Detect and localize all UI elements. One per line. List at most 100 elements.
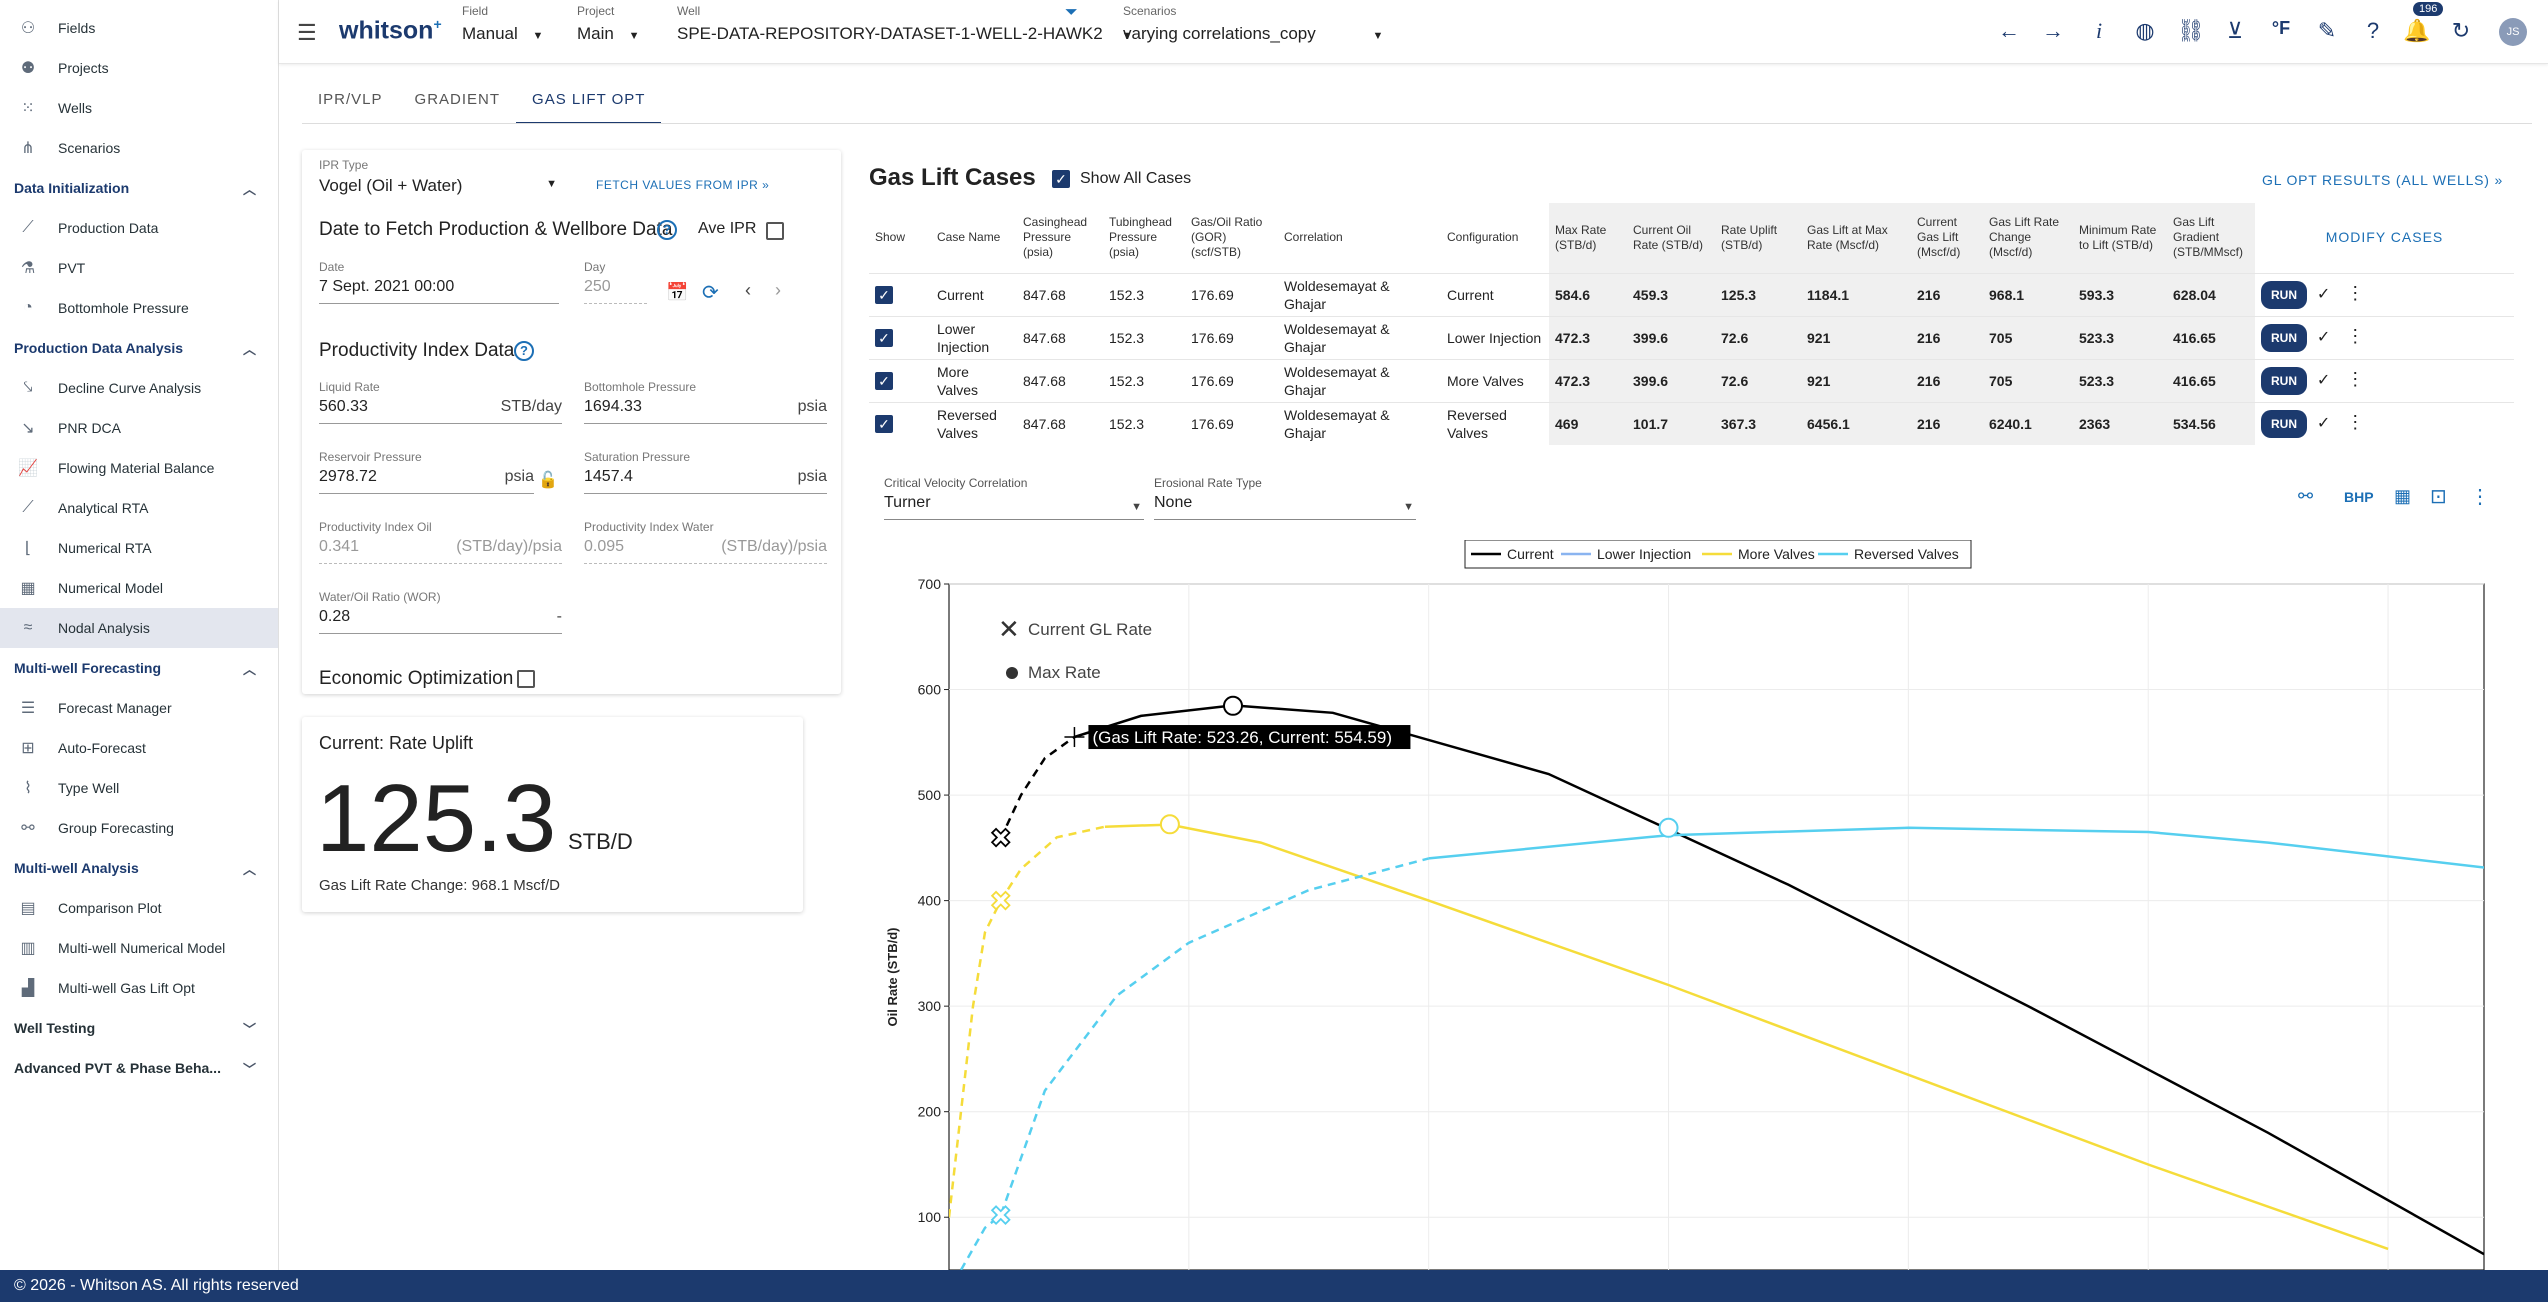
modify-cases-button[interactable]: MODIFY CASES	[2255, 203, 2514, 273]
sidebar-item-projects[interactable]: ⚉ Projects	[0, 48, 278, 88]
gl-opt-results-link[interactable]: GL OPT RESULTS (ALL WELLS) »	[2262, 172, 2503, 188]
download-icon[interactable]: ⊻	[2221, 18, 2249, 44]
sidebar-item-numerical-rta[interactable]: ⌊ Numerical RTA	[0, 528, 278, 568]
sidebar-item-comparison-plot[interactable]: ▤ Comparison Plot	[0, 888, 278, 928]
sidebar-item-pnr-dca[interactable]: ↘ PNR DCA	[0, 408, 278, 448]
section-production-data-analysis[interactable]: Production Data Analysis ︿	[0, 328, 278, 368]
section-data-initialization[interactable]: Data Initialization ︿	[0, 168, 278, 208]
run-button[interactable]: RUN	[2261, 280, 2307, 309]
erosional-rate-select[interactable]: Erosional Rate Type None ▼	[1154, 476, 1416, 520]
show-checkbox-cell[interactable]: ✓	[869, 272, 931, 316]
sidebar-item-numerical-model[interactable]: ▦ Numerical Model	[0, 568, 278, 608]
more-options-icon[interactable]: ⋮	[2346, 283, 2364, 303]
help-icon[interactable]: ?	[2359, 18, 2387, 44]
help-icon[interactable]: ?	[514, 341, 534, 361]
filter-icon[interactable]: ⏷	[1065, 4, 1078, 22]
sidebar-item-scenarios[interactable]: ⋔ Scenarios	[0, 128, 278, 168]
scenario-selector[interactable]: Scenarios varying correlations_copy ▼	[1123, 4, 1383, 44]
sidebar-item-nodal-analysis[interactable]: ≈ Nodal Analysis	[0, 608, 278, 648]
info-icon[interactable]: i	[2085, 18, 2113, 44]
ave-ipr-checkbox[interactable]	[766, 222, 784, 240]
sidebar-item-wells[interactable]: ⁙ Wells	[0, 88, 278, 128]
chevron-left-icon[interactable]: ‹	[745, 280, 751, 301]
sidebar-item-fields[interactable]: ⚇ Fields	[0, 8, 278, 48]
more-options-icon[interactable]: ⋮	[2346, 412, 2364, 432]
sidebar-item-type-well[interactable]: ⌇ Type Well	[0, 768, 278, 808]
run-button[interactable]: RUN	[2261, 366, 2307, 395]
sidebar-item-group-forecasting[interactable]: ⚯ Group Forecasting	[0, 808, 278, 848]
feedback-icon[interactable]: ✎	[2313, 18, 2341, 44]
chevron-right-icon[interactable]: ›	[775, 280, 781, 301]
more-options-icon[interactable]: ⋮	[2346, 326, 2364, 346]
help-icon[interactable]: ?	[657, 220, 677, 240]
fetch-values-button[interactable]: FETCH VALUES FROM IPR »	[596, 178, 769, 192]
sync-icon[interactable]: ⟳	[702, 280, 719, 305]
section-multi-well-forecasting[interactable]: Multi-well Forecasting ︿	[0, 648, 278, 688]
calendar-search-icon[interactable]: 📅	[666, 282, 688, 303]
date-input[interactable]: Date 7 Sept. 2021 00:00	[319, 260, 559, 304]
show-checkbox-cell[interactable]: ✓	[869, 358, 931, 402]
sidebar-item-multi-well-numerical-model[interactable]: ▥ Multi-well Numerical Model	[0, 928, 278, 968]
more-options-icon[interactable]: ⋮	[2346, 369, 2364, 389]
check-icon[interactable]: ✓	[2317, 286, 2330, 303]
units-icon[interactable]: °F	[2267, 18, 2295, 39]
menu-icon[interactable]: ☰	[297, 20, 317, 46]
sidebar-item-flowing-material-balance[interactable]: 📈 Flowing Material Balance	[0, 448, 278, 488]
sidebar-item-multi-well-gas-lift-opt[interactable]: ▟ Multi-well Gas Lift Opt	[0, 968, 278, 1008]
show-case-checkbox[interactable]: ✓	[875, 414, 893, 433]
project-selector[interactable]: Project Main ▼	[577, 4, 639, 44]
run-button[interactable]: RUN	[2261, 409, 2307, 438]
sidebar-item-forecast-manager[interactable]: ☰ Forecast Manager	[0, 688, 278, 728]
bhp-input[interactable]: Bottomhole Pressure 1694.33 psia	[584, 380, 827, 424]
liquid-rate-input[interactable]: Liquid Rate 560.33 STB/day	[319, 380, 562, 424]
forward-arrow-icon[interactable]: →	[2039, 18, 2067, 44]
check-icon[interactable]: ✓	[2317, 329, 2330, 346]
sidebar-item-auto-forecast[interactable]: ⊞ Auto-Forecast	[0, 728, 278, 768]
sidebar-item-production-data[interactable]: ⟋ Production Data	[0, 208, 278, 248]
table-view-icon[interactable]: ▦	[2394, 486, 2411, 507]
back-arrow-icon[interactable]: ←	[1995, 18, 2023, 44]
legend-label: Current	[1507, 546, 1554, 562]
globe-icon[interactable]: ◍	[2131, 18, 2159, 44]
scatter-view-icon[interactable]: ⊡	[2430, 484, 2447, 509]
check-icon[interactable]: ✓	[2317, 415, 2330, 432]
refresh-icon[interactable]: ↻	[2447, 18, 2475, 44]
more-options-icon[interactable]: ⋮	[2470, 484, 2490, 509]
tab-gas-lift-opt[interactable]: GAS LIFT OPT	[516, 84, 662, 124]
sidebar-item-bottomhole-pressure[interactable]: ◔ Bottomhole Pressure	[0, 288, 278, 328]
tab-gradient[interactable]: GRADIENT	[399, 84, 517, 124]
show-case-checkbox[interactable]: ✓	[875, 371, 893, 390]
ipr-type-select[interactable]: IPR Type Vogel (Oil + Water) ▼	[319, 158, 559, 198]
sidebar-item-pvt[interactable]: ⚗ PVT	[0, 248, 278, 288]
wor-input[interactable]: Water/Oil Ratio (WOR) 0.28 -	[319, 590, 562, 634]
day-input[interactable]: Day 250	[584, 260, 648, 304]
col-header: Gas Lift Rate Change (Mscf/d)	[1983, 203, 2073, 273]
network-icon[interactable]: ⚯	[2298, 486, 2313, 507]
critical-velocity-select[interactable]: Critical Velocity Correlation Turner ▼	[884, 476, 1144, 520]
bell-icon[interactable]: 🔔	[2403, 18, 2431, 44]
field-selector[interactable]: Field Manual ▼	[462, 4, 543, 44]
section-multi-well-analysis[interactable]: Multi-well Analysis ︿	[0, 848, 278, 888]
projects-icon: ⚉	[20, 60, 36, 77]
show-checkbox-cell[interactable]: ✓	[869, 401, 931, 445]
section-well-testing[interactable]: Well Testing ﹀	[0, 1008, 278, 1048]
sidebar-item-analytical-rta[interactable]: ⟋ Analytical RTA	[0, 488, 278, 528]
unlock-icon[interactable]: 🔓	[538, 470, 558, 490]
day-label: Day	[584, 260, 606, 274]
avatar[interactable]: JS	[2499, 18, 2527, 46]
tab-bar: IPR/VLP GRADIENT GAS LIFT OPT	[302, 84, 662, 124]
show-checkbox-cell[interactable]: ✓	[869, 315, 931, 359]
economic-optimization-checkbox[interactable]	[517, 670, 535, 688]
section-advanced-pvt[interactable]: Advanced PVT & Phase Beha... ﹀	[0, 1048, 278, 1088]
saturation-pressure-input[interactable]: Saturation Pressure 1457.4 psia	[584, 450, 827, 494]
show-all-cases-checkbox[interactable]: ✓	[1052, 170, 1070, 188]
bhp-toggle-button[interactable]: BHP	[2344, 489, 2374, 505]
show-case-checkbox[interactable]: ✓	[875, 285, 893, 304]
sidebar-item-decline-curve-analysis[interactable]: ⤥ Decline Curve Analysis	[0, 368, 278, 408]
reservoir-pressure-input[interactable]: Reservoir Pressure 2978.72 psia	[319, 450, 534, 494]
link-icon[interactable]: ⛓	[2177, 18, 2205, 44]
check-icon[interactable]: ✓	[2317, 372, 2330, 389]
run-button[interactable]: RUN	[2261, 323, 2307, 352]
show-case-checkbox[interactable]: ✓	[875, 328, 893, 347]
tab-ipr-vlp[interactable]: IPR/VLP	[302, 84, 399, 124]
